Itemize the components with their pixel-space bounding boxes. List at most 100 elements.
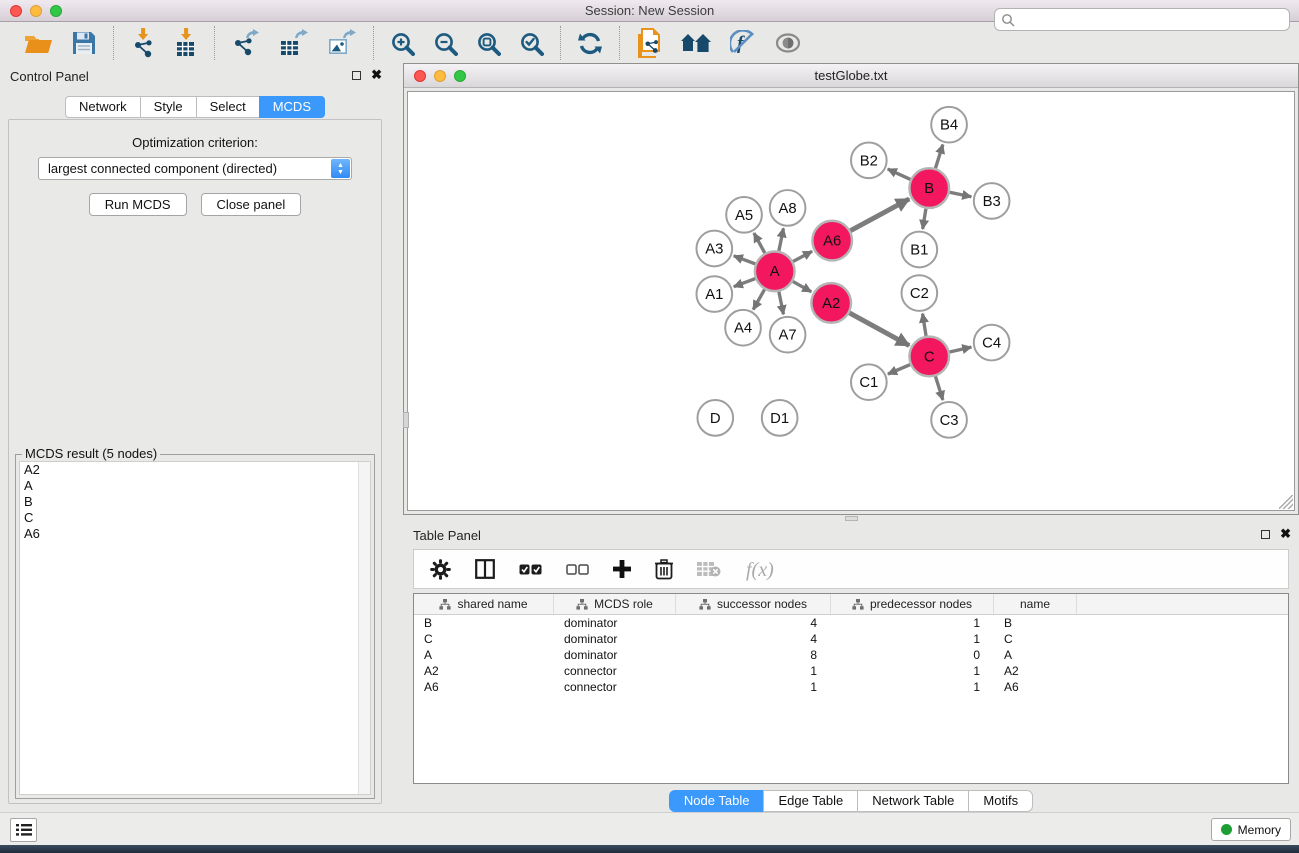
cell-name[interactable]: A6 (994, 679, 1077, 695)
cell-shared-name[interactable]: B (414, 615, 554, 631)
cell-shared-name[interactable]: A6 (414, 679, 554, 695)
cell-MCDS-role[interactable]: dominator (554, 647, 676, 663)
cell-shared-name[interactable]: A (414, 647, 554, 663)
mcds-result-list[interactable]: A2ABCA6 (19, 461, 371, 795)
table-close-panel-icon[interactable]: ✖ (1280, 529, 1291, 539)
network-minimize-button[interactable] (434, 70, 446, 82)
graph-node-B3[interactable]: B3 (974, 183, 1010, 219)
graph-node-C3[interactable]: C3 (931, 402, 967, 438)
result-list-item[interactable]: A (20, 478, 370, 494)
window-controls[interactable] (10, 5, 62, 17)
result-list-scrollbar[interactable] (358, 462, 370, 794)
cell-predecessor-nodes[interactable]: 0 (831, 647, 994, 663)
import-table-button[interactable] (174, 28, 198, 58)
zoom-fit-button[interactable] (476, 31, 501, 56)
table-row[interactable]: Adominator80A (414, 647, 1288, 663)
float-panel-icon[interactable] (352, 71, 361, 80)
resize-grip-icon[interactable] (1279, 495, 1293, 509)
table-row[interactable]: A2connector11A2 (414, 663, 1288, 679)
table-float-panel-icon[interactable] (1261, 530, 1270, 539)
export-network-button[interactable] (231, 29, 261, 57)
column-header-shared-name[interactable]: shared name (414, 594, 554, 614)
cell-shared-name[interactable]: A2 (414, 663, 554, 679)
cell-MCDS-role[interactable]: dominator (554, 631, 676, 647)
minimize-window-button[interactable] (30, 5, 42, 17)
tab-node-table[interactable]: Node Table (669, 790, 765, 812)
cell-name[interactable]: B (994, 615, 1077, 631)
network-canvas[interactable]: AA1A2A3A4A5A6A7A8BB1B2B3B4CC1C2C3C4DD1 (407, 91, 1295, 511)
settings-button[interactable] (430, 559, 451, 580)
zoom-out-button[interactable] (433, 31, 458, 56)
graph-node-A3[interactable]: A3 (696, 231, 732, 267)
search-box[interactable] (994, 8, 1290, 31)
open-session-button[interactable] (24, 30, 53, 56)
result-list-item[interactable]: C (20, 510, 370, 526)
tab-select[interactable]: Select (196, 96, 260, 118)
search-input[interactable] (1021, 10, 1283, 29)
table-row[interactable]: A6connector11A6 (414, 679, 1288, 695)
cell-name[interactable]: C (994, 631, 1077, 647)
close-window-button[interactable] (10, 5, 22, 17)
cell-predecessor-nodes[interactable]: 1 (831, 615, 994, 631)
add-row-button[interactable] (613, 560, 631, 578)
network-close-button[interactable] (414, 70, 426, 82)
network-window-controls[interactable] (414, 70, 466, 82)
left-splitter-handle[interactable] (403, 412, 409, 428)
network-file-button[interactable] (636, 28, 662, 58)
cell-successor-nodes[interactable]: 1 (676, 663, 831, 679)
column-header-successor-nodes[interactable]: successor nodes (676, 594, 831, 614)
graph-node-C1[interactable]: C1 (851, 364, 887, 400)
show-graphics-details-button[interactable] (774, 32, 802, 54)
tab-edge-table[interactable]: Edge Table (763, 790, 858, 812)
bottom-splitter-handle[interactable] (845, 516, 858, 521)
columns-button[interactable] (475, 559, 495, 579)
graph-node-A5[interactable]: A5 (726, 197, 762, 233)
graph-node-A[interactable]: A (755, 251, 795, 291)
cell-shared-name[interactable]: C (414, 631, 554, 647)
cell-predecessor-nodes[interactable]: 1 (831, 679, 994, 695)
zoom-window-button[interactable] (50, 5, 62, 17)
cell-predecessor-nodes[interactable]: 1 (831, 663, 994, 679)
close-panel-icon[interactable]: ✖ (371, 70, 382, 80)
result-list-item[interactable]: A6 (20, 526, 370, 542)
cell-predecessor-nodes[interactable]: 1 (831, 631, 994, 647)
graph-node-C[interactable]: C (909, 337, 949, 377)
graph-node-B4[interactable]: B4 (931, 107, 967, 143)
optimization-criterion-select[interactable]: largest connected component (directed) ▲… (38, 157, 352, 180)
run-mcds-button[interactable]: Run MCDS (89, 193, 187, 216)
graph-node-B[interactable]: B (909, 168, 949, 208)
graph-node-A2[interactable]: A2 (811, 283, 851, 323)
cell-MCDS-role[interactable]: connector (554, 679, 676, 695)
cell-successor-nodes[interactable]: 4 (676, 615, 831, 631)
cell-MCDS-role[interactable]: connector (554, 663, 676, 679)
close-panel-button[interactable]: Close panel (201, 193, 302, 216)
select-all-button[interactable] (519, 564, 542, 575)
task-history-button[interactable] (10, 818, 37, 842)
cell-successor-nodes[interactable]: 8 (676, 647, 831, 663)
export-table-button[interactable] (279, 29, 309, 57)
network-zoom-button[interactable] (454, 70, 466, 82)
deselect-all-button[interactable] (566, 564, 589, 575)
delete-row-button[interactable] (655, 559, 673, 580)
network-graph[interactable]: AA1A2A3A4A5A6A7A8BB1B2B3B4CC1C2C3C4DD1 (408, 92, 1294, 510)
table-row[interactable]: Bdominator41B (414, 615, 1288, 631)
tab-style[interactable]: Style (140, 96, 197, 118)
zoom-in-button[interactable] (390, 31, 415, 56)
result-list-item[interactable]: B (20, 494, 370, 510)
cell-successor-nodes[interactable]: 1 (676, 679, 831, 695)
column-header-name[interactable]: name (994, 594, 1077, 614)
graph-node-A4[interactable]: A4 (725, 310, 761, 346)
cell-successor-nodes[interactable]: 4 (676, 631, 831, 647)
graph-node-C4[interactable]: C4 (974, 325, 1010, 361)
graph-node-A6[interactable]: A6 (812, 221, 852, 261)
graph-node-D[interactable]: D (697, 400, 733, 436)
tab-mcds[interactable]: MCDS (259, 96, 325, 118)
export-image-button[interactable] (327, 29, 357, 57)
tab-network[interactable]: Network (65, 96, 141, 118)
column-header-MCDS-role[interactable]: MCDS role (554, 594, 676, 614)
hide-graphics-details-button[interactable]: f (730, 30, 756, 56)
refresh-button[interactable] (577, 31, 603, 56)
memory-button[interactable]: Memory (1211, 818, 1291, 841)
import-network-button[interactable] (130, 28, 156, 58)
result-list-item[interactable]: A2 (20, 462, 370, 478)
